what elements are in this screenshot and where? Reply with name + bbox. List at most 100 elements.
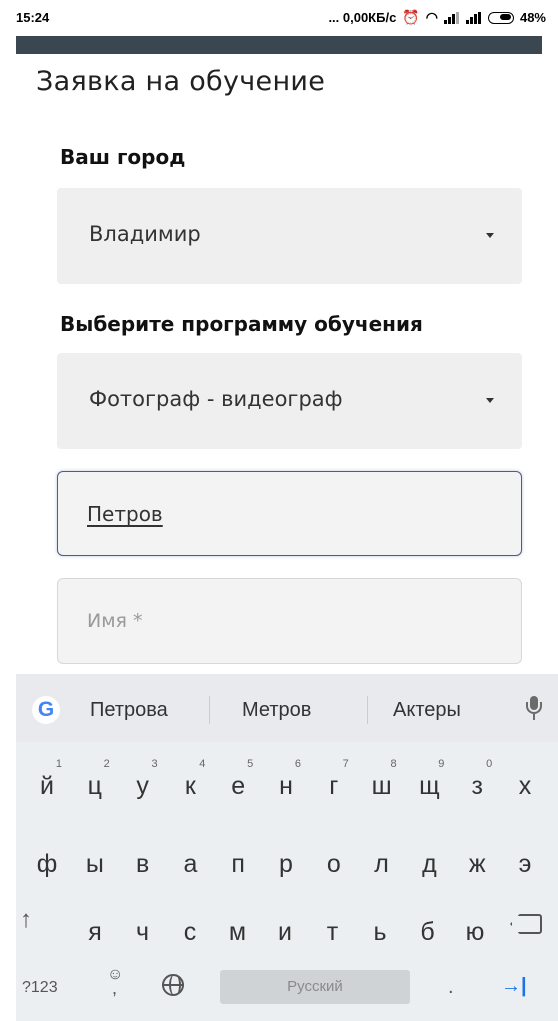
key-label: ш (371, 772, 392, 800)
program-select[interactable]: Фотограф - видеограф (57, 353, 522, 449)
key-ш[interactable]: ш8 (357, 754, 407, 814)
city-select[interactable]: Владимир (57, 188, 522, 284)
key-label: а (183, 850, 198, 878)
key-label: щ (419, 772, 440, 800)
status-time: 15:24 (16, 10, 50, 25)
key-label: л (374, 850, 389, 878)
key-х[interactable]: х (500, 754, 550, 814)
suggestion-strip: G Петрова Метров Актеры (16, 674, 558, 742)
suggestion-1[interactable]: Петрова (90, 699, 168, 722)
key-ф[interactable]: ф (22, 832, 72, 892)
key-е[interactable]: е5 (213, 754, 263, 814)
globe-icon[interactable] (162, 974, 184, 996)
battery-percent: 48% (519, 10, 546, 25)
key-hint: 3 (151, 758, 158, 770)
key-label: м (228, 918, 247, 946)
suggestion-3[interactable]: Актеры (393, 699, 461, 722)
app-bar (16, 36, 542, 54)
network-speed: ... 0,00КБ/с (328, 10, 397, 25)
key-в[interactable]: в (118, 832, 168, 892)
key-label: й (40, 772, 54, 800)
key-label: э (518, 850, 532, 878)
key-а[interactable]: а (165, 832, 215, 892)
key-ы[interactable]: ы (70, 832, 120, 892)
key-л[interactable]: л (357, 832, 407, 892)
key-label: д (422, 850, 437, 878)
google-icon[interactable]: G (32, 696, 60, 724)
key-й[interactable]: й1 (22, 754, 72, 814)
shift-key[interactable]: ↑ (20, 906, 32, 934)
signal-icon (443, 11, 460, 24)
suggestion-2[interactable]: Метров (242, 699, 311, 722)
key-label: ф (36, 850, 58, 878)
key-б[interactable]: б (403, 900, 453, 960)
suggestion-divider (209, 696, 210, 724)
key-у[interactable]: у3 (118, 754, 168, 814)
alarm-icon: ⏰ (402, 9, 420, 25)
space-key[interactable]: Русский (220, 970, 410, 1004)
key-label: з (471, 772, 483, 800)
key-hint: 0 (486, 758, 493, 770)
key-г[interactable]: г7 (309, 754, 359, 814)
key-т[interactable]: т (308, 900, 358, 960)
key-label: х (518, 772, 532, 800)
key-hint: 6 (294, 758, 301, 770)
city-select-value: Владимир (89, 222, 201, 246)
symbols-key[interactable]: ?123 (22, 979, 58, 997)
onscreen-keyboard: G Петрова Метров Актеры й1ц2у3к4е5н6г7ш8… (16, 674, 558, 1021)
key-о[interactable]: о (309, 832, 359, 892)
key-н[interactable]: н6 (261, 754, 311, 814)
key-label: ж (468, 850, 486, 878)
city-label: Ваш город (60, 145, 186, 169)
lastname-input-value: Петров (87, 502, 163, 526)
key-label: ы (85, 850, 104, 878)
page-title: Заявка на обучение (36, 66, 326, 97)
key-hint: 8 (390, 758, 397, 770)
signal-icon (465, 11, 482, 24)
key-с[interactable]: с (165, 900, 215, 960)
period-key[interactable]: . (448, 976, 454, 999)
backspace-key[interactable] (510, 914, 542, 934)
status-icons: ... 0,00КБ/с ⏰ ◠ 48% (328, 9, 546, 26)
key-label: ь (373, 918, 387, 946)
key-ч[interactable]: ч (118, 900, 168, 960)
key-label: ц (87, 772, 102, 800)
comma-key[interactable]: , (112, 978, 117, 999)
key-label: т (326, 918, 339, 946)
microphone-icon[interactable] (524, 694, 544, 724)
key-hint: 9 (438, 758, 445, 770)
key-п[interactable]: п (213, 832, 263, 892)
key-р[interactable]: р (261, 832, 311, 892)
key-label: к (184, 772, 196, 800)
key-ж[interactable]: ж (452, 832, 502, 892)
key-label: г (329, 772, 339, 800)
key-label: у (136, 772, 149, 800)
key-label: с (183, 918, 197, 946)
key-ь[interactable]: ь (355, 900, 405, 960)
lastname-input[interactable]: Петров (57, 471, 522, 556)
key-label: б (420, 918, 435, 946)
key-м[interactable]: м (213, 900, 263, 960)
wifi-icon: ◠ (425, 9, 438, 25)
key-я[interactable]: я (70, 900, 120, 960)
key-к[interactable]: к4 (165, 754, 215, 814)
key-hint: 5 (247, 758, 254, 770)
key-э[interactable]: э (500, 832, 550, 892)
key-щ[interactable]: щ9 (404, 754, 454, 814)
key-hint: 7 (342, 758, 349, 770)
enter-key[interactable]: →| (501, 975, 527, 998)
key-label: н (279, 772, 293, 800)
key-з[interactable]: з0 (452, 754, 502, 814)
key-и[interactable]: и (260, 900, 310, 960)
suggestion-divider (367, 696, 368, 724)
key-label: е (231, 772, 246, 800)
key-hint: 2 (103, 758, 110, 770)
firstname-input[interactable]: Имя * (57, 578, 522, 664)
key-label: и (278, 918, 292, 946)
key-д[interactable]: д (404, 832, 454, 892)
key-ц[interactable]: ц2 (70, 754, 120, 814)
dropdown-arrow-icon (486, 233, 494, 238)
key-label: о (326, 850, 341, 878)
key-label: в (135, 850, 150, 878)
key-ю[interactable]: ю (450, 900, 500, 960)
